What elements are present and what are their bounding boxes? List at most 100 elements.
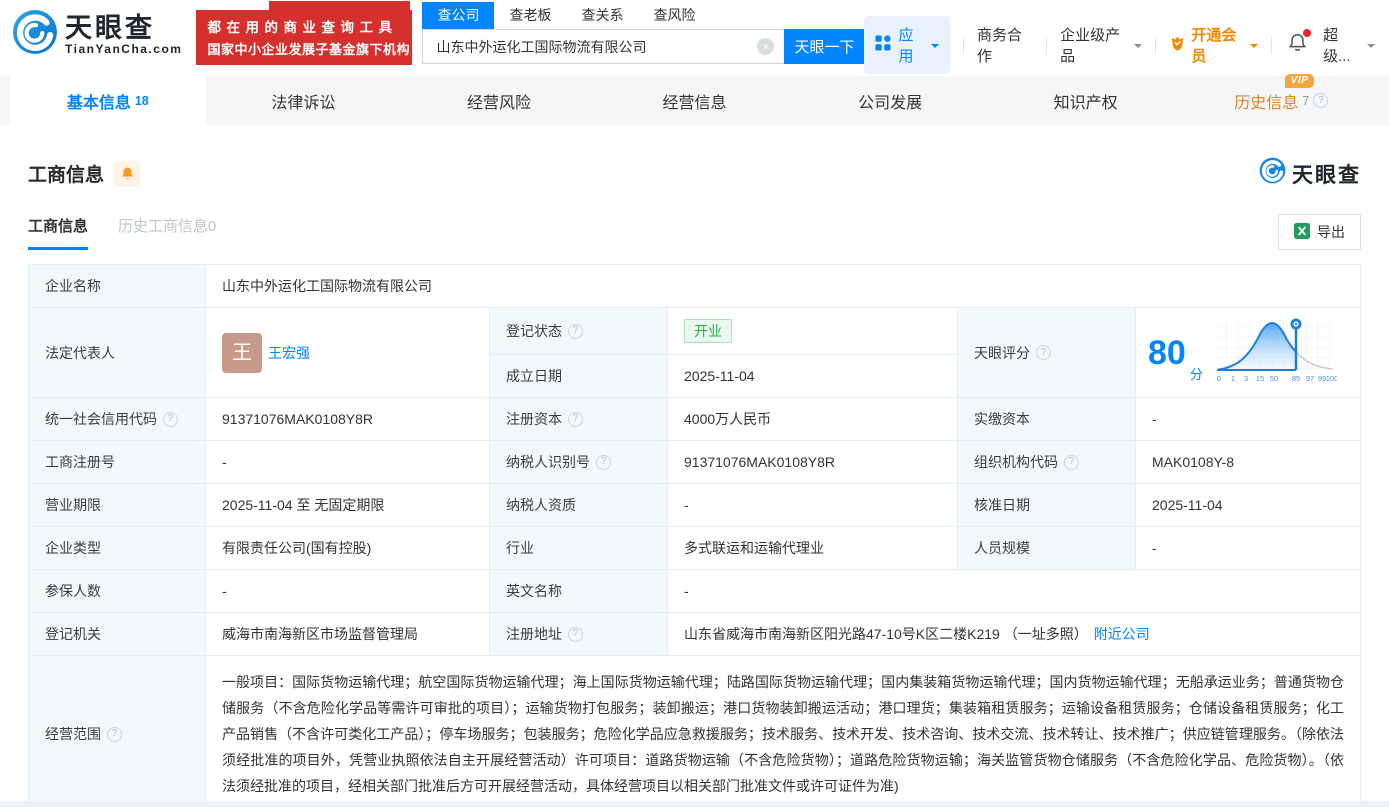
field-label-insured: 参保人数: [29, 570, 206, 613]
user-menu[interactable]: 超级...: [1323, 24, 1375, 66]
apps-menu[interactable]: 应用: [864, 16, 951, 74]
org-code-value: MAK0108Y-8: [1136, 441, 1361, 484]
open-vip-link[interactable]: 开通会员: [1169, 24, 1259, 66]
tab-company-development[interactable]: 公司发展: [792, 76, 988, 125]
field-label-staff-size: 人员规模: [958, 527, 1136, 570]
field-label-legal-rep: 法定代表人: [29, 308, 206, 398]
search-button[interactable]: 天眼一下: [784, 29, 865, 64]
reg-number-value: -: [206, 441, 490, 484]
search-tab-relation[interactable]: 查关系: [566, 2, 638, 29]
field-label-registry: 登记机关: [29, 613, 206, 656]
tab-history-info[interactable]: 历史信息 VIP 7: [1183, 73, 1379, 125]
insured-value: -: [206, 570, 490, 613]
divider: [963, 36, 965, 54]
promo-banner: 都在用的商业查询工具 国家中小企业发展子基金旗下机构: [196, 1, 413, 65]
divider: [1271, 36, 1273, 54]
top-nav: 应用 商务合作 企业级产品 开通会员 超级...: [864, 16, 1375, 74]
staff-size-value: -: [1136, 527, 1361, 570]
establish-date-value: 2025-11-04: [668, 355, 958, 398]
help-icon[interactable]: [1313, 93, 1329, 108]
svg-text:3: 3: [1244, 374, 1248, 383]
top-header: 天眼查 TianYanCha.com 都在用的商业查询工具 国家中小企业发展子基…: [0, 0, 1389, 74]
status-badge: 开业: [684, 319, 732, 343]
search-tab-boss[interactable]: 查老板: [494, 2, 566, 29]
business-term-value: 2025-11-04 至 无固定期限: [206, 484, 490, 527]
reg-capital-value: 4000万人民币: [668, 398, 958, 441]
chevron-down-icon: [931, 43, 940, 52]
nav-enterprise-products[interactable]: 企业级产品: [1060, 24, 1143, 66]
tab-operating-risk[interactable]: 经营风险: [401, 76, 597, 125]
business-scope-value: 一般项目：国际货物运输代理；航空国际货物运输代理；海上国际货物运输代理；陆路国际…: [206, 656, 1361, 807]
help-icon[interactable]: [596, 454, 611, 470]
field-label-reg-capital: 注册资本: [490, 398, 668, 441]
score-distribution-chart: 0 1 3 15 50 85 97 99 100: [1215, 316, 1338, 389]
nearby-companies-link[interactable]: 附近公司: [1094, 624, 1150, 644]
help-icon[interactable]: [568, 411, 583, 427]
subscribe-bell-icon[interactable]: [114, 160, 141, 187]
field-label-taxpayer-id: 纳税人识别号: [490, 441, 668, 484]
help-icon[interactable]: [107, 726, 122, 742]
help-icon[interactable]: [1064, 454, 1079, 470]
help-icon[interactable]: [163, 411, 178, 427]
nav-business-cooperation[interactable]: 商务合作: [977, 24, 1033, 66]
field-label-establish-date: 成立日期: [490, 355, 668, 398]
taxpayer-quality-value: -: [668, 484, 958, 527]
field-label-address: 注册地址: [490, 613, 668, 656]
logo-swirl-icon: [1259, 157, 1286, 190]
next-section-edge: [0, 801, 1389, 807]
field-label-org-code: 组织机构代码: [958, 441, 1136, 484]
tab-basic-info[interactable]: 基本信息 18: [10, 76, 206, 125]
credit-code-value: 91371076MAK0108Y8R: [206, 398, 490, 441]
reg-status-value: 开业: [668, 308, 958, 355]
legal-rep-value: 王 王宏强: [206, 308, 490, 398]
help-icon[interactable]: [568, 626, 583, 642]
section-title: 工商信息: [28, 165, 105, 186]
svg-text:97: 97: [1306, 374, 1314, 383]
field-label-approval-date: 核准日期: [958, 484, 1136, 527]
company-search-input[interactable]: [422, 29, 785, 64]
search-area: 查公司 查老板 查关系 查风险 天眼一下: [422, 2, 865, 64]
brand-watermark: 天眼查: [1259, 157, 1361, 190]
field-label-business-term: 营业期限: [29, 484, 206, 527]
tab-operating-info[interactable]: 经营信息: [597, 76, 793, 125]
svg-text:0: 0: [1217, 374, 1221, 383]
help-icon[interactable]: [1036, 345, 1051, 360]
field-label-english-name: 英文名称: [490, 570, 668, 613]
registry-value: 威海市南海新区市场监督管理局: [206, 613, 490, 656]
search-tab-risk[interactable]: 查风险: [638, 2, 710, 29]
search-type-tabs: 查公司 查老板 查关系 查风险: [422, 2, 864, 29]
english-name-value: -: [668, 570, 1361, 613]
field-label-industry: 行业: [490, 527, 668, 570]
field-label-company-name: 企业名称: [29, 265, 206, 308]
legal-rep-avatar[interactable]: 王: [222, 332, 262, 373]
notifications-bell-icon[interactable]: [1287, 29, 1312, 58]
svg-text:100: 100: [1326, 374, 1337, 383]
taxpayer-id-value: 91371076MAK0108Y8R: [668, 441, 958, 484]
search-tab-company[interactable]: 查公司: [422, 2, 495, 29]
field-label-company-type: 企业类型: [29, 527, 206, 570]
export-button[interactable]: 导出: [1278, 214, 1361, 250]
logo-title: 天眼查: [65, 12, 155, 43]
tab-intellectual-property[interactable]: 知识产权: [988, 76, 1184, 125]
banner-ribbon: [269, 1, 411, 10]
company-type-value: 有限责任公司(国有控股): [206, 527, 490, 570]
tianyancha-logo[interactable]: 天眼查 TianYanCha.com: [12, 9, 182, 60]
field-label-reg-status: 登记状态: [490, 308, 668, 355]
logo-swirl-icon: [12, 9, 58, 60]
svg-text:15: 15: [1256, 374, 1264, 383]
field-label-taxpayer-quality: 纳税人资质: [490, 484, 668, 527]
crown-icon: [1169, 35, 1186, 56]
chevron-down-icon: [1134, 43, 1143, 52]
company-section-tabs: 基本信息 18 法律诉讼 经营风险 经营信息 公司发展 知识产权 历史信息 VIP…: [0, 73, 1389, 125]
chevron-down-icon: [1250, 43, 1259, 52]
grid-icon: [875, 35, 892, 55]
business-info-table: 企业名称 山东中外运化工国际物流有限公司 法定代表人 王 王宏强 登记状态 开业…: [28, 264, 1361, 807]
help-icon[interactable]: [568, 323, 583, 339]
subtab-history-business-info[interactable]: 历史工商信息0: [118, 215, 216, 250]
address-value: 山东省威海市南海新区阳光路47-10号K区二楼K219 （一址多照） 附近公司: [668, 613, 1361, 656]
legal-rep-link[interactable]: 王宏强: [268, 343, 310, 363]
tab-legal-proceedings[interactable]: 法律诉讼: [206, 76, 402, 125]
notification-dot: [1303, 29, 1312, 37]
field-label-tianyan-score: 天眼评分: [958, 308, 1136, 398]
subtab-business-info[interactable]: 工商信息: [28, 215, 89, 250]
